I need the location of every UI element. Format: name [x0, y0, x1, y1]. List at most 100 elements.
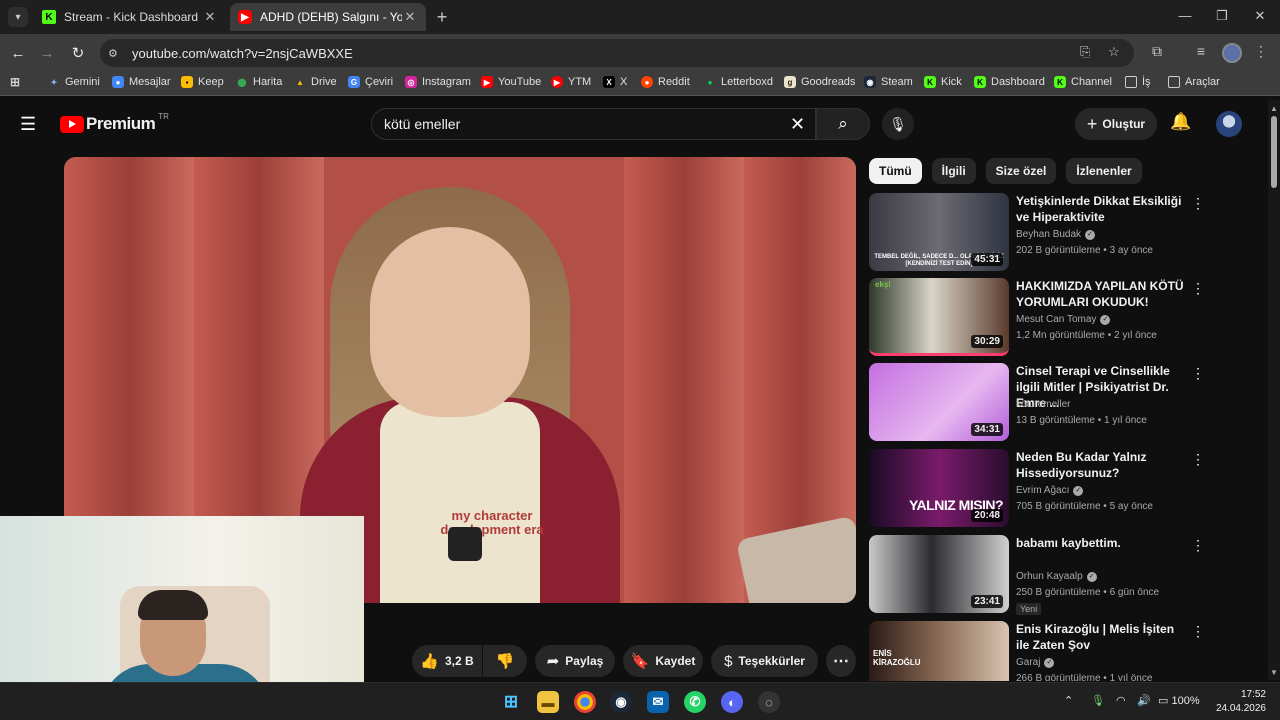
- channel-name[interactable]: Orhun Kayaalp ✓: [1016, 571, 1097, 582]
- clear-search-icon[interactable]: ✕: [790, 114, 805, 135]
- channel-name[interactable]: kötü emeller: [1016, 399, 1070, 410]
- extensions-icon[interactable]: ⧉: [1146, 43, 1168, 60]
- more-vertical-icon[interactable]: ⋮: [1191, 623, 1205, 640]
- page-scrollbar[interactable]: ▲ ▼: [1268, 100, 1280, 680]
- close-icon[interactable]: ✕: [202, 9, 218, 25]
- video-thumbnail[interactable]: ENİS KİRAZOĞLU: [869, 621, 1009, 681]
- recommendation-item[interactable]: 23:41 babamı kaybettim. Orhun Kayaalp ✓ 2…: [869, 535, 1209, 615]
- scrollbar-thumb[interactable]: [1271, 116, 1277, 188]
- bookmark-steam[interactable]: ◉ Steam: [864, 76, 913, 88]
- steam-icon[interactable]: ◉: [610, 691, 632, 713]
- recommendation-item[interactable]: TEMBEL DEĞİL, SADECE D... OLABİLİRSİNİZ …: [869, 193, 1209, 273]
- chip-watched[interactable]: İzlenenler: [1066, 158, 1142, 184]
- more-vertical-icon[interactable]: ⋮: [1191, 195, 1205, 212]
- file-explorer-icon[interactable]: ▬: [537, 691, 559, 713]
- thanks-button[interactable]: $ Teşekkürler: [711, 645, 818, 677]
- recommendation-item[interactable]: 34:31 Cinsel Terapi ve Cinsellikle ilgil…: [869, 363, 1209, 443]
- voice-search-button[interactable]: 🎙: [882, 108, 914, 140]
- youtube-logo[interactable]: Premium TR: [60, 112, 169, 134]
- bookmark-letterboxd[interactable]: ● Letterboxd: [704, 76, 773, 88]
- bookmark-youtube[interactable]: ▶ YouTube: [481, 76, 541, 88]
- discord-icon[interactable]: ◐: [721, 691, 743, 713]
- recommendation-item[interactable]: YALNIZ MISIN? 20:48 Neden Bu Kadar Yalnı…: [869, 449, 1209, 529]
- bookmark-folder-is[interactable]: İş: [1125, 76, 1151, 88]
- bookmark-drive[interactable]: ▲ Drive: [294, 76, 337, 88]
- more-vertical-icon[interactable]: ⋮: [1191, 451, 1205, 468]
- create-button[interactable]: + Oluştur: [1075, 108, 1157, 140]
- whatsapp-icon[interactable]: ✆: [684, 691, 706, 713]
- window-close-icon[interactable]: ✕: [1245, 8, 1275, 24]
- close-icon[interactable]: ✕: [402, 9, 418, 25]
- bookmark-star-icon[interactable]: ☆: [1108, 44, 1120, 60]
- install-app-icon[interactable]: ⎘: [1080, 44, 1090, 60]
- dislike-button[interactable]: 👎: [483, 645, 527, 677]
- chip-for-you[interactable]: Size özel: [985, 158, 1057, 184]
- bookmark-kick[interactable]: K Kick: [924, 76, 962, 88]
- video-title[interactable]: HAKKIMIZDA YAPILAN KÖTÜ YORUMLARI OKUDUK…: [1016, 278, 1186, 310]
- account-avatar[interactable]: [1216, 111, 1242, 137]
- profile-avatar[interactable]: [1222, 43, 1242, 63]
- bookmark-folder-araclar[interactable]: Araçlar: [1168, 76, 1220, 88]
- share-button[interactable]: ➦ Paylaş: [535, 645, 615, 677]
- battery-indicator[interactable]: ▭ 100%: [1158, 694, 1200, 707]
- bookmark-x[interactable]: XX: [603, 76, 627, 88]
- browser-menu-icon[interactable]: ⋮: [1250, 43, 1272, 60]
- video-title[interactable]: Neden Bu Kadar Yalnız Hissediyorsunuz?: [1016, 449, 1186, 481]
- reload-icon[interactable]: ↻: [68, 43, 88, 63]
- bookmark-reddit[interactable]: ● Reddit: [641, 76, 690, 88]
- bookmark-gemini[interactable]: ✦ Gemini: [48, 76, 100, 88]
- save-button[interactable]: 🔖 Kaydet: [623, 645, 703, 677]
- media-control-icon[interactable]: ≡: [1190, 43, 1212, 59]
- video-thumbnail[interactable]: 23:41: [869, 535, 1009, 613]
- volume-icon[interactable]: 🔊: [1137, 694, 1151, 707]
- video-title[interactable]: Yetişkinlerde Dikkat Eksikliği ve Hipera…: [1016, 193, 1186, 225]
- tab-kick-dashboard[interactable]: K Stream - Kick Dashboard ✕: [34, 3, 226, 31]
- microphone-tray-icon[interactable]: 🎙: [1091, 694, 1105, 707]
- back-icon[interactable]: ←: [8, 43, 28, 63]
- video-thumbnail[interactable]: TEMBEL DEĞİL, SADECE D... OLABİLİRSİNİZ …: [869, 193, 1009, 271]
- new-tab-button[interactable]: +: [431, 6, 453, 28]
- tab-search-menu-button[interactable]: ▾: [8, 7, 28, 27]
- mail-icon[interactable]: ✉: [647, 691, 669, 713]
- apps-grid-icon[interactable]: ⊞: [9, 75, 26, 89]
- chrome-icon[interactable]: [574, 691, 596, 713]
- bookmark-instagram[interactable]: ◎ Instagram: [405, 76, 471, 88]
- notifications-bell-icon[interactable]: 🔔: [1170, 112, 1191, 132]
- video-title[interactable]: Enis Kirazoğlu | Melis İşiten ile Zaten …: [1016, 621, 1186, 653]
- bookmark-ytm[interactable]: ▶ YTM: [551, 76, 591, 88]
- scroll-up-icon[interactable]: ▲: [1270, 104, 1278, 113]
- channel-name[interactable]: Evrim Ağacı ✓: [1016, 485, 1084, 496]
- bookmark-keep[interactable]: ▪ Keep: [181, 76, 224, 88]
- wifi-icon[interactable]: ◠: [1116, 694, 1126, 707]
- chip-related[interactable]: İlgili: [931, 158, 976, 184]
- bookmark-mesajlar[interactable]: ● Mesajlar: [112, 76, 171, 88]
- scroll-down-icon[interactable]: ▼: [1270, 668, 1278, 677]
- bookmark-goodreads[interactable]: g Goodreads: [784, 76, 855, 88]
- bookmark-harita[interactable]: ⬤ Harita: [236, 76, 283, 88]
- more-actions-button[interactable]: ⋯: [826, 645, 856, 677]
- bookmark-ceviri[interactable]: G Çeviri: [348, 76, 393, 88]
- video-title[interactable]: babamı kaybettim.: [1016, 535, 1186, 551]
- more-vertical-icon[interactable]: ⋮: [1191, 365, 1205, 382]
- tab-youtube-video[interactable]: ▶ ADHD (DEHB) Salgını - YouTube ✕: [230, 3, 426, 31]
- more-vertical-icon[interactable]: ⋮: [1191, 537, 1205, 554]
- bookmark-dashboard[interactable]: K Dashboard: [974, 76, 1045, 88]
- windows-start-icon[interactable]: ⊞: [500, 691, 522, 713]
- address-bar[interactable]: ⚙ youtube.com/watch?v=2nsjCaWBXXE ⎘ ☆: [100, 39, 1134, 67]
- video-thumbnail[interactable]: YALNIZ MISIN? 20:48: [869, 449, 1009, 527]
- tray-overflow-icon[interactable]: ⌃: [1064, 694, 1073, 707]
- recommendation-item[interactable]: ekşi 30:29 HAKKIMIZDA YAPILAN KÖTÜ YORUM…: [869, 278, 1209, 358]
- chip-all[interactable]: Tümü: [869, 158, 922, 184]
- search-input[interactable]: kötü emeller: [371, 108, 816, 140]
- channel-name[interactable]: Garaj ✓: [1016, 657, 1055, 668]
- video-thumbnail[interactable]: ekşi 30:29: [869, 278, 1009, 356]
- channel-name[interactable]: Mesut Can Tomay ✓: [1016, 314, 1111, 325]
- channel-name[interactable]: Beyhan Budak ✓: [1016, 229, 1096, 240]
- like-button[interactable]: 👍 3,2 B: [412, 645, 482, 677]
- menu-icon[interactable]: ☰: [20, 114, 40, 134]
- search-button[interactable]: ⌕: [816, 108, 870, 140]
- maximize-icon[interactable]: ❐: [1207, 8, 1237, 24]
- forward-icon[interactable]: →: [37, 43, 57, 63]
- video-thumbnail[interactable]: 34:31: [869, 363, 1009, 441]
- more-vertical-icon[interactable]: ⋮: [1191, 280, 1205, 297]
